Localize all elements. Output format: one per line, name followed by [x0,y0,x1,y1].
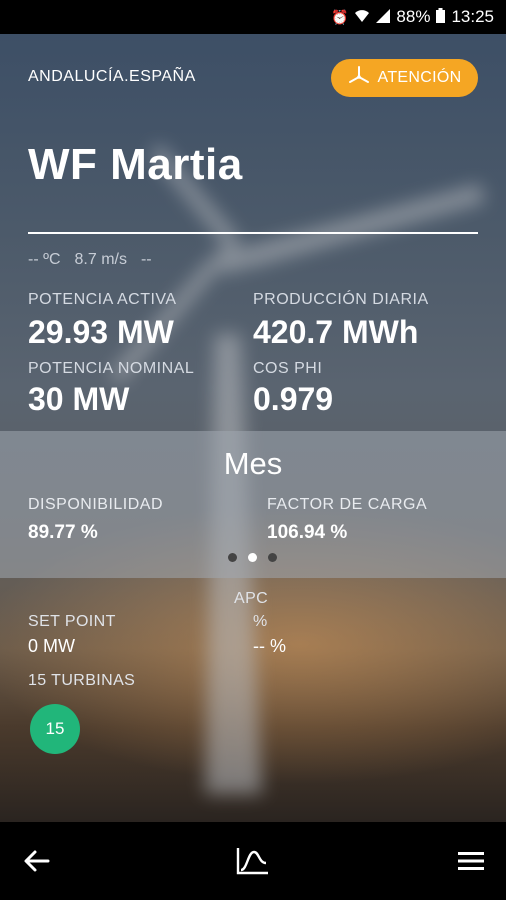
month-title: Mes [223,446,283,481]
menu-icon [458,852,484,870]
wind-direction: -- [140,251,152,268]
nominal-power-label: POTENCIA NOMINAL [28,360,195,377]
load-factor-label: FACTOR DE CARGA [267,496,428,513]
cos-phi-label: COS PHI [253,360,323,377]
battery-percent: 88% [396,7,431,26]
chart-button[interactable] [235,846,269,876]
active-power-value: 29.93 MW [28,314,174,350]
page-title: WF Martia [28,140,243,189]
alert-button[interactable]: ATENCIÓN [331,59,478,97]
daily-production-label: PRODUCCIÓN DIARIA [253,291,429,308]
turbine-count-badge[interactable]: 15 [30,704,80,754]
alarm-icon: ⏰ [330,8,349,25]
nominal-power-value: 30 MW [28,381,130,417]
availability-value: 89.77 % [28,522,98,543]
arrow-left-icon [24,850,50,872]
cos-phi-value: 0.979 [253,381,334,417]
status-bar: ⏰ 88% 13:25 [0,0,506,34]
apc-percent-value: -- % [253,636,286,656]
page-dot-active[interactable] [248,553,257,562]
wind-speed: 8.7 m/s [74,251,127,268]
bottom-nav [0,822,506,900]
apc-percent-label: % [253,613,268,630]
load-factor-value: 106.94 % [267,522,348,543]
wifi-icon [354,9,370,26]
clock: 13:25 [451,7,494,26]
turbine-count: 15 [45,719,65,738]
set-point-value: 0 MW [28,636,75,656]
back-button[interactable] [22,846,56,876]
menu-button[interactable] [457,846,491,876]
page-indicator [228,553,277,562]
alert-label: ATENCIÓN [377,69,462,86]
temperature: -- ºC [28,251,61,268]
page-dot[interactable] [228,553,237,562]
battery-icon [436,8,446,26]
active-power-label: POTENCIA ACTIVA [28,291,177,308]
daily-production-value: 420.7 MWh [253,314,419,350]
weather-row: -- ºC 8.7 m/s -- [28,251,152,269]
availability-label: DISPONIBILIDAD [28,496,164,513]
turbines-label: 15 TURBINAS [28,672,136,689]
chart-icon [236,848,268,875]
wind-turbine-icon [348,65,370,91]
signal-icon [376,8,391,26]
region-label: ANDALUCÍA.ESPAÑA [28,68,196,85]
page-dot[interactable] [268,553,277,562]
set-point-label: SET POINT [28,613,116,630]
apc-title: APC [234,590,269,607]
title-divider [28,232,478,234]
